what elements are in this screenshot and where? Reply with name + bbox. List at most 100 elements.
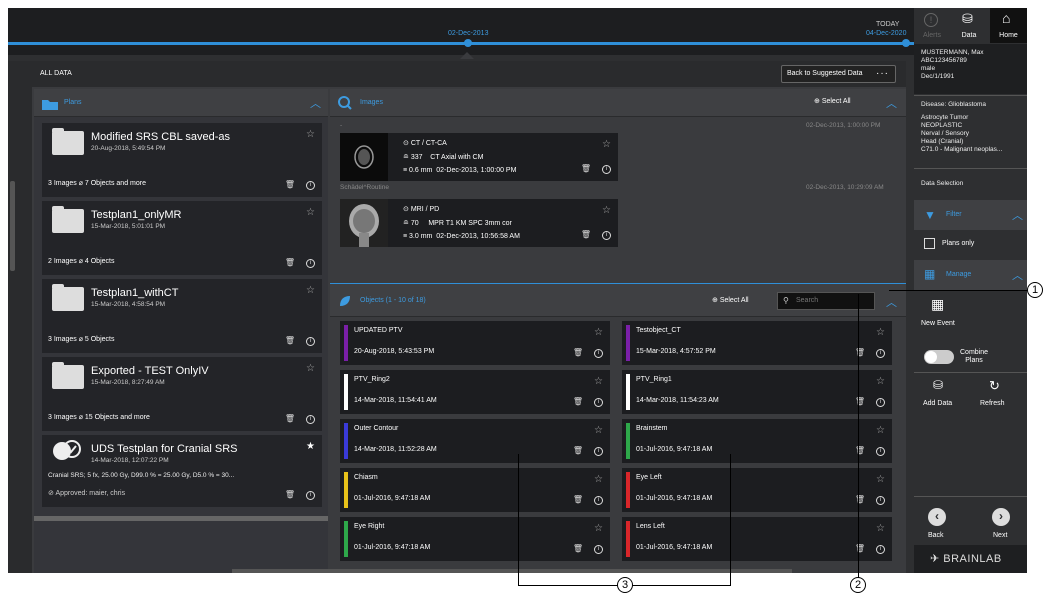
star-icon[interactable]: ☆ xyxy=(876,474,885,485)
info-icon[interactable]: i xyxy=(594,349,603,358)
alerts-button[interactable]: ! Alerts xyxy=(914,8,950,43)
trash-icon[interactable]: 🗑 xyxy=(855,495,865,504)
left-panel-handle[interactable] xyxy=(10,181,15,271)
trash-icon[interactable]: 🗑 xyxy=(285,180,295,189)
trash-icon[interactable]: 🗑 xyxy=(573,348,583,357)
timeline[interactable]: 02-Dec-2013 TODAY 04-Dec-2020 xyxy=(8,8,914,55)
chevron-up-icon[interactable]: ︿ xyxy=(886,294,897,310)
plan-card[interactable]: Modified SRS CBL saved-as 20-Aug-2018, 5… xyxy=(42,123,322,197)
combine-plans-toggle[interactable] xyxy=(924,350,954,364)
info-icon[interactable]: i xyxy=(594,447,603,456)
trash-icon[interactable]: 🗑 xyxy=(285,258,295,267)
trash-icon[interactable]: 🗑 xyxy=(855,544,865,553)
chevron-up-icon[interactable]: ︿ xyxy=(886,95,897,111)
plans-only-checkbox[interactable] xyxy=(924,238,935,249)
home-button[interactable]: ⌂ Home xyxy=(990,8,1027,43)
trash-icon[interactable]: 🗑 xyxy=(285,336,295,345)
images-header[interactable]: Images ⊕ Select All ︿ xyxy=(330,89,906,117)
left-collapsed-panel[interactable] xyxy=(8,61,32,573)
plans-header[interactable]: Plans ︿ xyxy=(34,89,328,117)
object-card[interactable]: Chiasm 01-Jul-2016, 9:47:18 AM ☆ 🗑 i xyxy=(340,468,610,512)
star-icon[interactable]: ☆ xyxy=(876,425,885,436)
star-icon[interactable]: ☆ xyxy=(594,474,603,485)
more-icon[interactable]: ··· xyxy=(876,68,889,79)
data-button[interactable]: ⛁ Data xyxy=(952,8,986,43)
object-card[interactable]: UPDATED PTV 20-Aug-2018, 5:43:53 PM ☆ 🗑 i xyxy=(340,321,610,365)
refresh-button[interactable]: ↻ Refresh xyxy=(976,378,1016,412)
next-arrow-icon[interactable]: › xyxy=(992,508,1010,526)
star-icon[interactable]: ☆ xyxy=(876,327,885,338)
back-to-suggested-button[interactable]: Back to Suggested Data ··· xyxy=(781,65,896,83)
filter-header[interactable]: ▼ Filter ︿ xyxy=(914,200,1027,230)
object-card[interactable]: Testobject_CT 15-Mar-2018, 4:57:52 PM ☆ 🗑 i xyxy=(622,321,892,365)
info-icon[interactable]: i xyxy=(594,545,603,554)
chevron-up-icon[interactable]: ︿ xyxy=(310,95,321,111)
plan-card[interactable]: Testplan1_onlyMR 15-Mar-2018, 5:01:01 PM… xyxy=(42,201,322,275)
plan-card[interactable]: UDS Testplan for Cranial SRS 14-Mar-2018… xyxy=(42,435,322,507)
info-icon[interactable]: i xyxy=(602,165,611,174)
info-icon[interactable]: i xyxy=(306,259,315,268)
info-icon[interactable]: i xyxy=(594,398,603,407)
trash-icon[interactable]: 🗑 xyxy=(573,495,583,504)
plan-card[interactable]: Exported - TEST OnlyIV 15-Mar-2018, 8:27… xyxy=(42,357,322,431)
star-icon[interactable]: ☆ xyxy=(876,523,885,534)
star-icon[interactable]: ☆ xyxy=(306,207,315,218)
trash-icon[interactable]: 🗑 xyxy=(285,490,295,499)
back-arrow-icon[interactable]: ‹ xyxy=(928,508,946,526)
info-icon[interactable]: i xyxy=(876,545,885,554)
object-card[interactable]: Lens Left 01-Jul-2016, 9:47:18 AM ☆ 🗑 i xyxy=(622,517,892,561)
chevron-up-icon[interactable]: ︿ xyxy=(1012,207,1023,223)
info-icon[interactable]: i xyxy=(306,491,315,500)
trash-icon[interactable]: 🗑 xyxy=(573,397,583,406)
main-scrollbar[interactable] xyxy=(232,569,792,573)
info-icon[interactable]: i xyxy=(876,447,885,456)
add-data-button[interactable]: ⛁ Add Data xyxy=(921,378,961,412)
star-icon[interactable]: ☆ xyxy=(306,363,315,374)
star-icon[interactable]: ☆ xyxy=(876,376,885,387)
star-icon[interactable]: ☆ xyxy=(594,523,603,534)
star-icon[interactable]: ☆ xyxy=(594,327,603,338)
objects-header[interactable]: Objects (1 - 10 of 18) ⊕ Select All ⚲ Se… xyxy=(330,283,906,317)
info-icon[interactable]: i xyxy=(306,415,315,424)
image-card[interactable]: ⊙ MRI / PD ≘ 70 MPR T1 KM SPC 3mm cor ≡ … xyxy=(340,199,618,247)
images-select-all-button[interactable]: ⊕ Select All xyxy=(814,97,851,105)
star-icon[interactable]: ☆ xyxy=(594,425,603,436)
star-icon[interactable]: ☆ xyxy=(306,129,315,140)
info-icon[interactable]: i xyxy=(876,349,885,358)
info-icon[interactable]: i xyxy=(876,398,885,407)
object-card[interactable]: Eye Right 01-Jul-2016, 9:47:18 AM ☆ 🗑 i xyxy=(340,517,610,561)
star-filled-icon[interactable]: ★ xyxy=(306,441,315,452)
plan-card[interactable]: Testplan1_withCT 15-Mar-2018, 4:58:54 PM… xyxy=(42,279,322,353)
info-icon[interactable]: i xyxy=(876,496,885,505)
object-card[interactable]: PTV_Ring1 14-Mar-2018, 11:54:23 AM ☆ 🗑 i xyxy=(622,370,892,414)
manage-header[interactable]: ▦ Manage ︿ xyxy=(914,260,1027,290)
info-icon[interactable]: i xyxy=(602,231,611,240)
trash-icon[interactable]: 🗑 xyxy=(285,414,295,423)
trash-icon[interactable]: 🗑 xyxy=(573,544,583,553)
star-icon[interactable]: ☆ xyxy=(594,376,603,387)
object-card[interactable]: Outer Contour 14-Mar-2018, 11:52:28 AM ☆ 🗑 i xyxy=(340,419,610,463)
info-icon[interactable]: i xyxy=(306,181,315,190)
object-card[interactable]: PTV_Ring2 14-Mar-2018, 11:54:41 AM ☆ 🗑 i xyxy=(340,370,610,414)
timeline-today-marker[interactable] xyxy=(902,39,910,47)
star-icon[interactable]: ☆ xyxy=(602,205,611,216)
object-card[interactable]: Brainstem 01-Jul-2016, 9:47:18 AM ☆ 🗑 i xyxy=(622,419,892,463)
star-icon[interactable]: ☆ xyxy=(602,139,611,150)
trash-icon[interactable]: 🗑 xyxy=(573,446,583,455)
objects-select-all-button[interactable]: ⊕ Select All xyxy=(712,296,749,304)
object-card[interactable]: Eye Left 01-Jul-2016, 9:47:18 AM ☆ 🗑 i xyxy=(622,468,892,512)
trash-icon[interactable]: 🗑 xyxy=(855,348,865,357)
plans-scrollbar[interactable] xyxy=(34,516,328,521)
timeline-marker[interactable] xyxy=(464,39,472,47)
objects-search-input[interactable]: ⚲ Search xyxy=(777,292,875,310)
star-icon[interactable]: ☆ xyxy=(306,285,315,296)
info-icon[interactable]: i xyxy=(306,337,315,346)
info-icon[interactable]: i xyxy=(594,496,603,505)
trash-icon[interactable]: 🗑 xyxy=(855,446,865,455)
patient-info[interactable]: MUSTERMANN, Max ABC123456789 male Dec/1/… xyxy=(914,44,1027,94)
trash-icon[interactable]: 🗑 xyxy=(855,397,865,406)
image-card[interactable]: ⊙ CT / CT-CA ≘ 337 CT Axial with CM ≡ 0.… xyxy=(340,133,618,181)
trash-icon[interactable]: 🗑 xyxy=(581,164,591,173)
chevron-up-icon[interactable]: ︿ xyxy=(1012,267,1023,283)
new-event-button[interactable]: ▦ New Event xyxy=(921,296,961,334)
